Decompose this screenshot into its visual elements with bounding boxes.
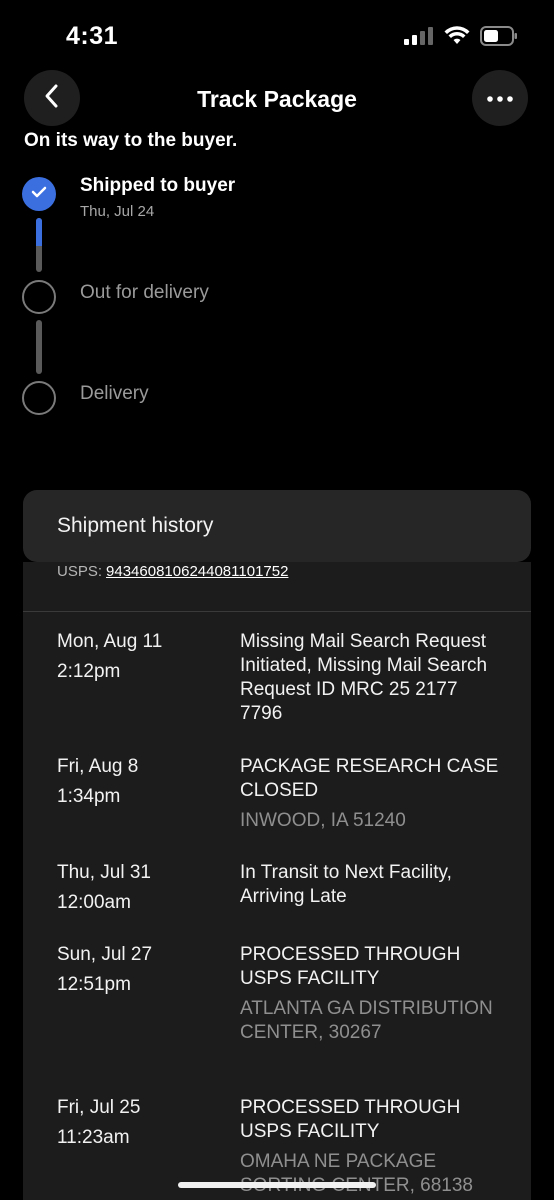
progress-step-delivery: Delivery [22,381,149,415]
step-pending-dot [22,280,56,314]
divider [23,611,531,612]
event-time: 12:00am [57,892,131,913]
page-title: Track Package [197,86,357,112]
event-status: PACKAGE RESEARCH CASE CLOSED [240,756,499,801]
carrier-label: USPS: [57,563,103,580]
step-label: Shipped to buyer [80,175,236,196]
step-complete-dot [22,177,56,211]
battery-icon [480,26,518,51]
event-date: Fri, Jul 25 [57,1097,141,1118]
event-description: PACKAGE RESEARCH CASE CLOSED INWOOD, IA 5… [240,755,502,833]
tracking-number-link[interactable]: 9434608106244081101752 [106,563,288,580]
event-datetime: Sun, Jul 27 12:51pm [57,940,152,1000]
home-indicator[interactable] [178,1182,376,1188]
event-time: 2:12pm [57,661,121,682]
wifi-icon [444,26,470,51]
checkmark-icon [31,185,47,203]
event-location: ATLANTA GA DISTRIBUTION CENTER, 30267 [240,998,493,1043]
cellular-signal-icon [404,27,434,50]
progress-connector-2 [36,320,42,374]
event-description: In Transit to Next Facility, Arriving La… [240,861,502,909]
event-date: Sun, Jul 27 [57,944,153,965]
status-time: 4:31 [66,22,119,50]
event-datetime: Mon, Aug 11 2:12pm [57,627,162,687]
step-pending-dot [22,381,56,415]
step-date: Thu, Jul 24 [80,203,155,220]
event-location: INWOOD, IA 51240 [240,810,406,831]
step-label: Out for delivery [80,282,209,303]
event-status: Missing Mail Search Request Initiated, M… [240,631,488,724]
event-time: 1:34pm [57,786,121,807]
progress-step-out-for-delivery: Out for delivery [22,280,209,314]
event-time: 11:23am [57,1127,130,1148]
shipment-history-panel: USPS: 9434608106244081101752 Mon, Aug 11 2… [23,562,531,1200]
event-description: PROCESSED THROUGH USPS FACILITY ATLANTA G… [240,943,502,1045]
step-label: Delivery [80,383,149,404]
shipment-history-header[interactable]: Shipment history [23,490,531,562]
event-date: Thu, Jul 31 [57,862,151,883]
progress-connector-fill [36,218,42,246]
event-time: 12:51pm [57,974,131,995]
more-options-button[interactable] [472,70,528,126]
event-date: Fri, Aug 8 [57,756,139,777]
tracking-info: USPS: 9434608106244081101752 [57,563,288,580]
shipment-history-title: Shipment history [57,514,214,537]
event-status: PROCESSED THROUGH USPS FACILITY [240,1097,461,1142]
event-status: In Transit to Next Facility, Arriving La… [240,862,452,907]
event-datetime: Fri, Aug 8 1:34pm [57,752,138,812]
event-description: Missing Mail Search Request Initiated, M… [240,630,502,726]
progress-connector-1 [36,218,42,272]
status-bar: 4:31 [0,0,554,70]
header: Track Package [0,70,554,128]
event-date: Mon, Aug 11 [57,631,163,652]
event-location: OMAHA NE PACKAGE SORTING CENTER, 68138 [240,1151,474,1196]
status-icons [404,26,518,51]
delivery-status-heading: On its way to the buyer. [24,130,238,151]
more-horizontal-icon [487,89,513,107]
event-datetime: Thu, Jul 31 12:00am [57,858,151,918]
event-status: PROCESSED THROUGH USPS FACILITY [240,944,461,989]
event-datetime: Fri, Jul 25 11:23am [57,1093,140,1153]
progress-step-shipped: Shipped to buyer Thu, Jul 24 [22,175,235,220]
